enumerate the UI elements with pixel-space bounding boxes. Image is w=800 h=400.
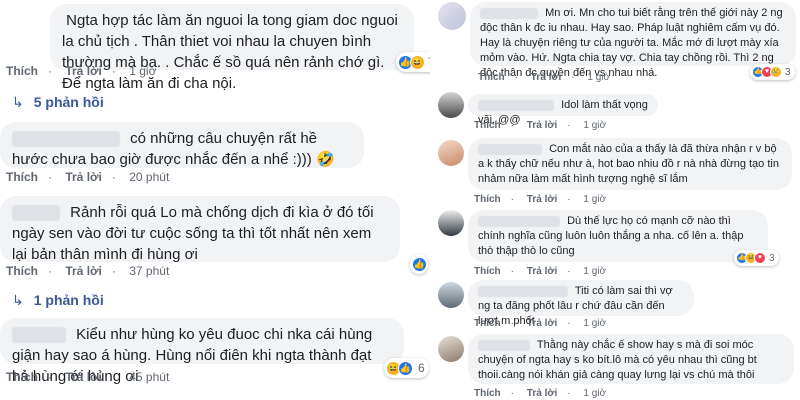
comment-time: 1 giờ xyxy=(583,388,607,399)
comment-time: 1 giờ xyxy=(583,318,607,329)
comment-text: Rảnh rỗi quá Lo mà chống dịch đi kìa ở đ… xyxy=(12,204,374,263)
reply-link[interactable]: Trả lời xyxy=(65,264,102,278)
avatar[interactable] xyxy=(438,92,464,118)
comment-bubble: Mn ơi. Mn cho tui biết rằng trên thế giớ… xyxy=(470,2,796,79)
replies-count: 5 phản hồi xyxy=(33,94,104,110)
comment-time: 1 giờ xyxy=(583,266,607,277)
reply-link[interactable]: Trả lời xyxy=(65,370,102,384)
blurred-author-name xyxy=(12,205,60,222)
reaction-count: 6 xyxy=(418,361,425,375)
like-link[interactable]: Thích xyxy=(474,194,501,205)
comment-bubble: Titi có làm sai thì vợ ng ta đăng phốt l… xyxy=(468,280,694,327)
comment-bubble: Kiểu như hùng ko yêu đuoc chi nka cái hù… xyxy=(0,318,404,385)
reaction-summary[interactable]: 👍 xyxy=(410,254,428,274)
like-link[interactable]: Thích xyxy=(6,170,38,184)
comment-text: Ngta hợp tác làm ăn nguoi la tong giam d… xyxy=(62,12,398,92)
avatar[interactable] xyxy=(438,282,464,308)
reply-link[interactable]: Trả lời xyxy=(527,388,557,399)
blurred-author-name xyxy=(12,327,66,344)
blurred-author-name xyxy=(12,131,120,148)
view-replies-link[interactable]: ↳ 1 phản hồi xyxy=(12,292,104,309)
reaction-summary[interactable]: 👍 😆 7 xyxy=(396,52,430,72)
blurred-author-name xyxy=(478,339,530,351)
love-reaction-icon: ♥ xyxy=(754,252,766,264)
reply-link[interactable]: Trả lời xyxy=(527,120,557,131)
avatar[interactable] xyxy=(438,140,464,166)
comment-actions: Thích · Trả lời · 1 giờ xyxy=(474,318,607,329)
comment-bubble: Dù thế lực họ có mạnh cỡ nào thì chính n… xyxy=(468,210,768,262)
comment-bubble: Ngta hợp tác làm ăn nguoi la tong giam d… xyxy=(50,4,414,92)
reply-link[interactable]: Trả lời xyxy=(65,170,102,184)
replies-count: 1 phản hồi xyxy=(33,292,104,308)
blurred-author-name xyxy=(478,215,560,227)
comment-actions: Thích · Trả lời · 1 giờ xyxy=(478,72,611,83)
reaction-summary[interactable]: 👍 😆 ♥ 3 xyxy=(734,250,779,266)
comment-time: 1 giờ xyxy=(587,72,611,83)
comment-bubble: Thằng này chắc ế show hay s mà đi soi mó… xyxy=(468,334,794,384)
comment-time: 1 giờ xyxy=(583,120,607,131)
like-link[interactable]: Thích xyxy=(474,388,501,399)
blurred-author-name xyxy=(478,143,542,155)
reaction-count: 3 xyxy=(769,252,775,264)
comment-actions: Thích · Trả lời · 20 phút xyxy=(6,170,170,184)
comment-actions: Thích · Trả lời · 1 giờ xyxy=(474,388,607,399)
comment-actions: Thích · Trả lời · 45 phút xyxy=(6,370,170,384)
avatar[interactable] xyxy=(438,210,464,236)
like-link[interactable]: Thích xyxy=(6,64,38,78)
like-link[interactable]: Thích xyxy=(6,370,38,384)
reply-arrow-icon: ↳ xyxy=(12,292,24,308)
avatar[interactable] xyxy=(438,336,464,362)
comment-time: 20 phút xyxy=(129,170,170,184)
comment-bubble: Con mắt nào của a thấy là đã thừa nhận r… xyxy=(468,138,792,190)
reply-link[interactable]: Trả lời xyxy=(65,64,102,78)
view-replies-link[interactable]: ↳ 5 phản hồi xyxy=(12,94,104,111)
comment-actions: Thích · Trả lời · 1 giờ xyxy=(474,266,607,277)
blurred-author-name xyxy=(478,285,568,297)
like-reaction-icon: 👍 xyxy=(398,360,413,376)
comment-time: 37 phút xyxy=(129,264,170,278)
comment-bubble: có những câu chuyện rất hề hước chưa bao… xyxy=(0,122,364,168)
reaction-count: 3 xyxy=(785,66,791,78)
like-reaction-icon: 👍 xyxy=(412,256,427,272)
comment-time: 1 giờ xyxy=(129,64,157,78)
comment-bubble: Idol làm thất vọng vãi. @@ xyxy=(468,94,658,126)
reaction-summary[interactable]: 😆 👍 6 xyxy=(384,358,429,378)
reply-link[interactable]: Trả lời xyxy=(527,318,557,329)
reply-link[interactable]: Trả lời xyxy=(527,266,557,277)
comment-actions: Thích · Trả lời · 37 phút xyxy=(6,264,170,278)
right-comment-panel: Mn ơi. Mn cho tui biết rằng trên thế giớ… xyxy=(430,0,800,400)
comment-time: 1 giờ xyxy=(583,194,607,205)
like-link[interactable]: Thích xyxy=(474,120,501,131)
like-link[interactable]: Thích xyxy=(474,318,501,329)
reply-arrow-icon: ↳ xyxy=(12,94,24,110)
reaction-summary[interactable]: 👍 ♥ 😢 3 xyxy=(750,64,795,80)
like-link[interactable]: Thích xyxy=(6,264,38,278)
left-comment-panel: Ngta hợp tác làm ăn nguoi la tong giam d… xyxy=(0,0,430,400)
comment-actions: Thích · Trả lời · 1 giờ xyxy=(474,194,607,205)
haha-reaction-icon: 😆 xyxy=(410,54,425,70)
comment-actions: Thích · Trả lời · 1 giờ xyxy=(6,64,157,78)
like-link[interactable]: Thích xyxy=(474,266,501,277)
reply-link[interactable]: Trả lời xyxy=(531,72,561,83)
comment-actions: Thích · Trả lời · 1 giờ xyxy=(474,120,607,131)
like-link[interactable]: Thích xyxy=(478,72,505,83)
comment-time: 45 phút xyxy=(129,370,170,384)
blurred-author-name xyxy=(480,7,538,19)
avatar[interactable] xyxy=(438,2,466,30)
blurred-author-name xyxy=(478,99,554,111)
reply-link[interactable]: Trả lời xyxy=(527,194,557,205)
sad-reaction-icon: 😢 xyxy=(770,66,782,78)
comment-bubble: Rảnh rỗi quá Lo mà chống dịch đi kìa ở đ… xyxy=(0,196,400,263)
